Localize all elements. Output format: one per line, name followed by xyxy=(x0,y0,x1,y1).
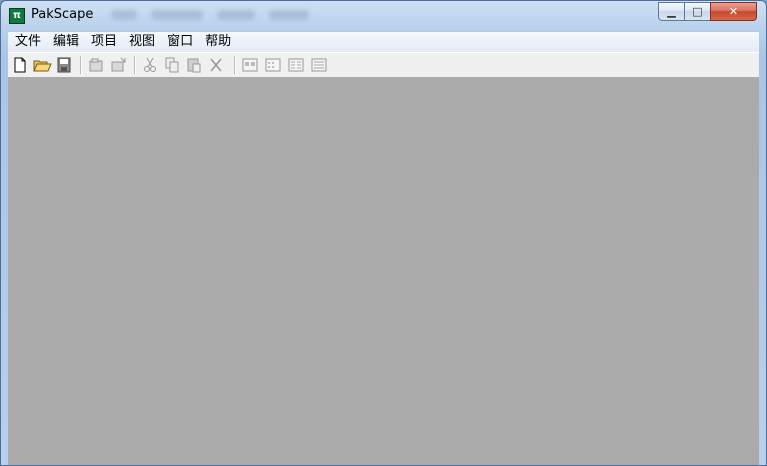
blurred-background-titles xyxy=(111,9,323,23)
extract-button[interactable] xyxy=(108,55,128,75)
pakscape-app-icon[interactable]: π xyxy=(9,8,25,24)
menu-project[interactable]: 项目 xyxy=(85,32,123,52)
menu-edit[interactable]: 编辑 xyxy=(47,32,85,52)
copy-icon xyxy=(162,55,182,75)
close-icon: ✕ xyxy=(728,5,739,18)
cut-button[interactable] xyxy=(140,55,160,75)
list-view-icon xyxy=(286,55,306,75)
minimize-icon: ▁ xyxy=(667,5,676,18)
paste-button[interactable] xyxy=(184,55,204,75)
save-icon xyxy=(54,55,74,75)
extract-icon xyxy=(108,55,128,75)
mdi-client-area[interactable] xyxy=(8,77,759,465)
title-bar[interactable]: π PakScape ▁ □ ✕ xyxy=(1,1,766,31)
menu-bar: 文件 编辑 项目 视图 窗口 帮助 xyxy=(8,31,759,52)
list-view-button[interactable] xyxy=(286,55,306,75)
toolbar-separator xyxy=(234,56,236,74)
delete-button[interactable] xyxy=(206,55,226,75)
menu-window[interactable]: 窗口 xyxy=(161,32,199,52)
large-icons-view-button[interactable] xyxy=(240,55,260,75)
maximize-button[interactable]: □ xyxy=(684,2,711,21)
menu-view[interactable]: 视图 xyxy=(123,32,161,52)
close-button[interactable]: ✕ xyxy=(710,2,757,21)
toolbar xyxy=(8,52,759,78)
small-icons-view-icon xyxy=(263,55,283,75)
paste-icon xyxy=(184,55,204,75)
open-folder-icon xyxy=(32,55,52,75)
small-icons-view-button[interactable] xyxy=(263,55,283,75)
add-files-icon xyxy=(86,55,106,75)
delete-icon xyxy=(206,55,226,75)
toolbar-separator xyxy=(80,56,82,74)
window-title: PakScape xyxy=(31,7,94,22)
details-view-icon xyxy=(309,55,329,75)
app-window: π PakScape ▁ □ ✕ 文件 编辑 项目 视图 窗口 帮助 xyxy=(0,0,767,466)
maximize-icon: □ xyxy=(692,5,703,18)
open-button[interactable] xyxy=(32,55,52,75)
save-button[interactable] xyxy=(54,55,74,75)
add-files-button[interactable] xyxy=(86,55,106,75)
menu-file[interactable]: 文件 xyxy=(8,32,47,52)
menu-help[interactable]: 帮助 xyxy=(199,32,237,52)
new-file-button[interactable] xyxy=(10,55,30,75)
large-icons-view-icon xyxy=(240,55,260,75)
toolbar-separator xyxy=(134,56,136,74)
minimize-button[interactable]: ▁ xyxy=(658,2,685,21)
new-file-icon xyxy=(10,55,30,75)
details-view-button[interactable] xyxy=(309,55,329,75)
cut-icon xyxy=(140,55,160,75)
copy-button[interactable] xyxy=(162,55,182,75)
